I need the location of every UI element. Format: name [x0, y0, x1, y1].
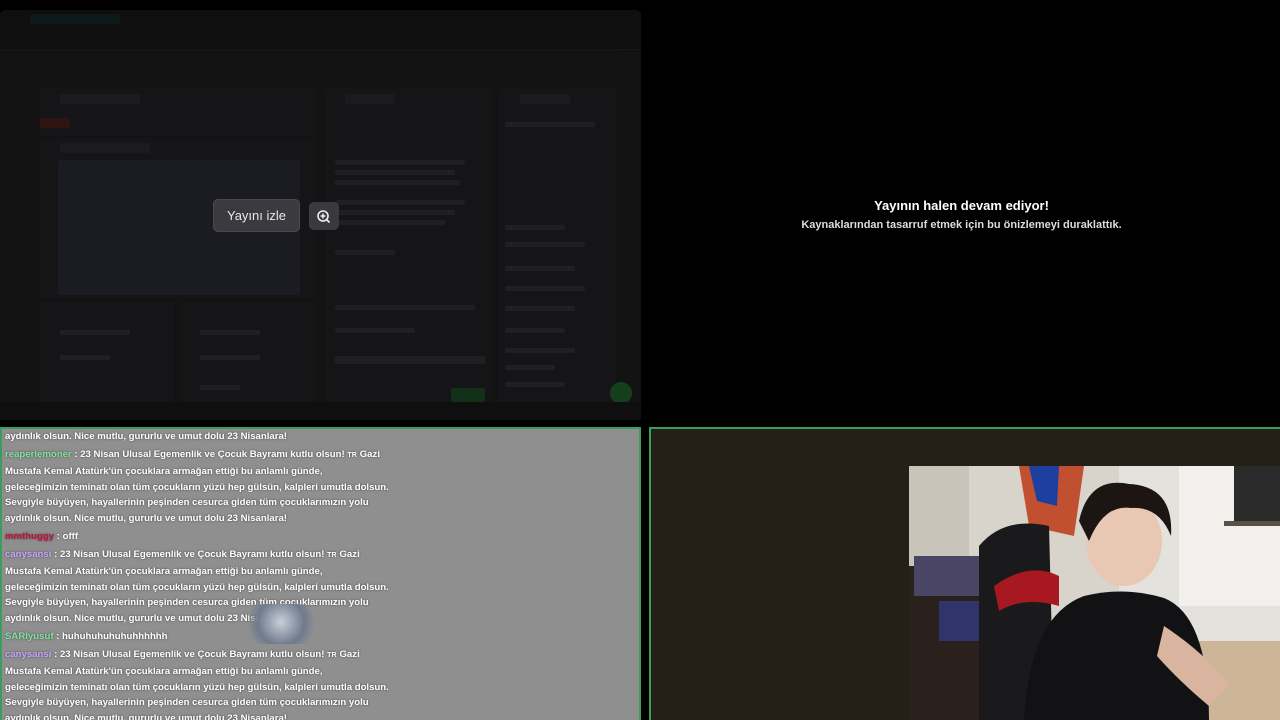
chat-message-line: geleceğimizin teminatı olan tüm çocuklar…: [5, 480, 625, 496]
watch-stream-button[interactable]: Yayını izle: [213, 199, 300, 232]
chat-message-text: geleceğimizin teminatı olan tüm çocuklar…: [5, 581, 389, 593]
chat-message-text: geleceğimizin teminatı olan tüm çocuklar…: [5, 681, 389, 693]
chat-username[interactable]: SARIyusuf: [5, 631, 54, 642]
chat-message-line: canysansi : 23 Nisan Ulusal Egemenlik ve…: [5, 647, 625, 664]
flag-emoji: TR: [327, 552, 337, 560]
chat-username[interactable]: canysansi: [5, 549, 51, 560]
chat-message-line: canysansi : 23 Nisan Ulusal Egemenlik ve…: [5, 547, 625, 564]
chat-message-text: offf: [62, 531, 79, 542]
chat-message-text: Mustafa Kemal Atatürk'ün çocuklara armağ…: [5, 565, 323, 577]
webcam-feed: [909, 466, 1280, 720]
chat-message-line: mmthuggy : offf: [5, 529, 625, 545]
chat-username[interactable]: canysansi: [5, 649, 51, 660]
chat-message-text: aydınlık olsun. Nice mutlu, gururlu ve u…: [5, 512, 287, 524]
chat-message-text: Gazi: [359, 449, 380, 461]
chat-message-line: Mustafa Kemal Atatürk'ün çocuklara armağ…: [5, 664, 625, 680]
chat-message-text: geleceğimizin teminatı olan tüm çocuklar…: [5, 481, 389, 493]
webcam-scene: [909, 466, 1280, 720]
paused-preview-panel: Yayının halen devam ediyor! Kaynaklarınd…: [643, 0, 1280, 425]
chat-separator: :: [53, 631, 63, 642]
chat-message-text: huhuhuhuhuhuhhhhhh: [62, 631, 168, 642]
chat-message-line: Sevgiyle büyüyen, hayallerinin peşinden …: [5, 695, 625, 711]
chat-message-line: aydınlık olsun. Nice mutlu, gururlu ve u…: [5, 711, 625, 720]
chat-message-text: Gazi: [339, 549, 360, 561]
chat-message-list: aydınlık olsun. Nice mutlu, gururlu ve u…: [5, 429, 625, 720]
paused-subtitle: Kaynaklarından tasarruf etmek için bu ön…: [801, 219, 1122, 231]
chat-message-text: 23 Nisan Ulusal Egemenlik ve Çocuk Bayra…: [80, 449, 345, 461]
chat-message-line: aydınlık olsun. Nice mutlu, gururlu ve u…: [5, 511, 625, 527]
chat-message: mmthuggy : offf: [5, 529, 625, 545]
chat-message-line: Sevgiyle büyüyen, hayallerinin peşinden …: [5, 495, 625, 511]
chat-message-text: 23 Nisan Ulusal Egemenlik ve Çocuk Bayra…: [59, 549, 325, 561]
chat-message-line: Mustafa Kemal Atatürk'ün çocuklara armağ…: [5, 464, 625, 480]
chat-message-line: geleceğimizin teminatı olan tüm çocuklar…: [5, 580, 625, 596]
watch-stream-label: Yayını izle: [226, 208, 286, 223]
stream-layout: Yayını izle Yayının halen devam ediyor! …: [0, 0, 1280, 720]
chat-message-text: aydınlık olsun. Nice mutlu, gururlu ve u…: [5, 712, 287, 720]
chat-message-line: geleceğimizin teminatı olan tüm çocuklar…: [5, 680, 625, 696]
chat-separator: :: [51, 549, 60, 561]
chat-message-text: Sevgiyle büyüyen, hayallerinin peşinden …: [5, 697, 369, 709]
chat-message-text: Mustafa Kemal Atatürk'ün çocuklara armağ…: [5, 665, 323, 677]
popout-button[interactable]: [309, 202, 339, 230]
flag-emoji: TR: [347, 452, 358, 460]
chat-sticker-image: [245, 604, 317, 644]
chat-username[interactable]: reaperlemoner: [5, 449, 72, 460]
chat-separator: :: [71, 449, 81, 461]
chat-message-text: Sevgiyle büyüyen, hayallerinin peşinden …: [5, 497, 369, 509]
chat-separator: :: [51, 649, 60, 661]
popout-icon: [317, 210, 331, 224]
chat-message: reaperlemoner : 23 Nisan Ulusal Egemenli…: [5, 447, 625, 527]
chat-message-line: reaperlemoner : 23 Nisan Ulusal Egemenli…: [5, 447, 625, 464]
chat-separator: :: [54, 531, 63, 542]
chat-message-line: Mustafa Kemal Atatürk'ün çocuklara armağ…: [5, 564, 625, 580]
webcam-panel: [649, 427, 1280, 720]
chat-username[interactable]: mmthuggy: [5, 531, 54, 542]
flag-emoji: TR: [327, 652, 337, 660]
chat-message-text: Mustafa Kemal Atatürk'ün çocuklara armağ…: [5, 465, 323, 477]
chat-message-text: Gazi: [339, 649, 360, 661]
chat-message: aydınlık olsun. Nice mutlu, gururlu ve u…: [5, 429, 625, 445]
chat-message-line: aydınlık olsun. Nice mutlu, gururlu ve u…: [5, 429, 625, 445]
chat-message-text: aydınlık olsun. Nice mutlu, gururlu ve u…: [5, 431, 287, 442]
chat-overlay: aydınlık olsun. Nice mutlu, gururlu ve u…: [0, 427, 641, 720]
chat-message: canysansi : 23 Nisan Ulusal Egemenlik ve…: [5, 647, 625, 720]
chat-message-text: 23 Nisan Ulusal Egemenlik ve Çocuk Bayra…: [59, 649, 325, 661]
paused-title: Yayının halen devam ediyor!: [874, 198, 1049, 213]
